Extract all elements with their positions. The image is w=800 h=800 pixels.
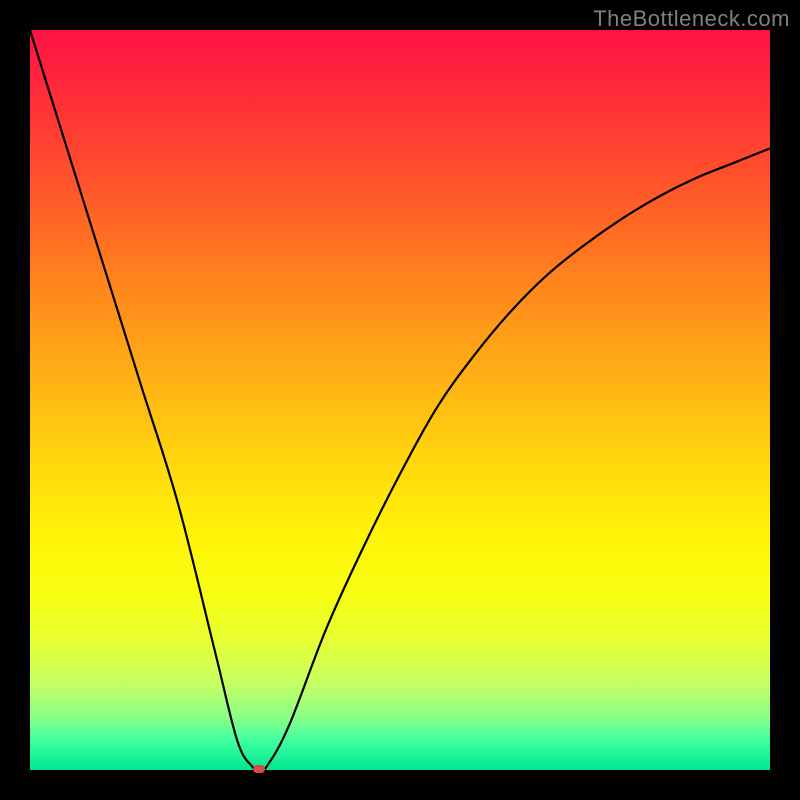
bottleneck-curve (30, 30, 770, 770)
watermark-text: TheBottleneck.com (593, 6, 790, 32)
chart-frame: TheBottleneck.com (0, 0, 800, 800)
plot-area (30, 30, 770, 770)
minimum-marker (253, 765, 265, 773)
